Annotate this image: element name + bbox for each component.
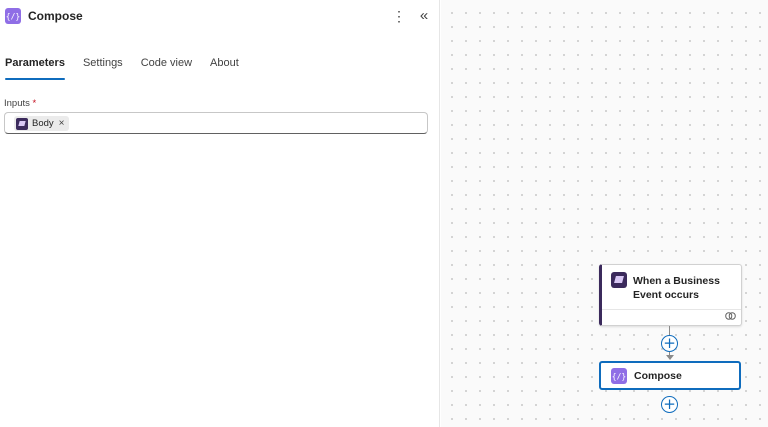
- business-event-icon: [611, 272, 627, 288]
- add-step-button[interactable]: +: [661, 335, 678, 352]
- designer-canvas[interactable]: When a Business Event occurs + {/} Compo…: [441, 0, 768, 427]
- add-step-button[interactable]: +: [661, 396, 678, 413]
- token-remove-button[interactable]: ×: [59, 118, 65, 129]
- tab-parameters[interactable]: Parameters: [5, 54, 65, 80]
- panel-tabs: Parameters Settings Code view About: [0, 54, 257, 80]
- trigger-card-footer: [602, 309, 741, 326]
- compose-card[interactable]: {/} Compose: [599, 361, 741, 390]
- inputs-label: Inputs *: [4, 98, 36, 109]
- body-token[interactable]: Body ×: [14, 116, 69, 131]
- business-event-icon: [16, 117, 28, 130]
- trigger-card[interactable]: When a Business Event occurs: [599, 264, 742, 326]
- inputs-label-text: Inputs: [4, 98, 30, 109]
- trigger-card-title: When a Business Event occurs: [633, 275, 720, 301]
- connector-arrow: [666, 355, 674, 360]
- code-brackets-icon: {/}: [5, 8, 21, 24]
- inputs-field[interactable]: Body ×: [4, 112, 428, 134]
- properties-panel: {/} Compose ⋮ « Parameters Settings Code…: [0, 0, 440, 427]
- compose-card-title: Compose: [634, 370, 682, 382]
- tab-code-view[interactable]: Code view: [141, 54, 192, 80]
- more-options-button[interactable]: ⋮: [392, 8, 406, 24]
- panel-title: Compose: [28, 9, 83, 23]
- panel-header: {/} Compose ⋮ «: [0, 0, 440, 34]
- code-brackets-icon: {/}: [611, 368, 627, 384]
- collapse-panel-button[interactable]: «: [416, 6, 432, 24]
- tab-settings[interactable]: Settings: [83, 54, 123, 80]
- token-label: Body: [32, 118, 54, 129]
- link-icon: [725, 312, 736, 323]
- required-marker: *: [32, 98, 37, 109]
- tab-about[interactable]: About: [210, 54, 239, 80]
